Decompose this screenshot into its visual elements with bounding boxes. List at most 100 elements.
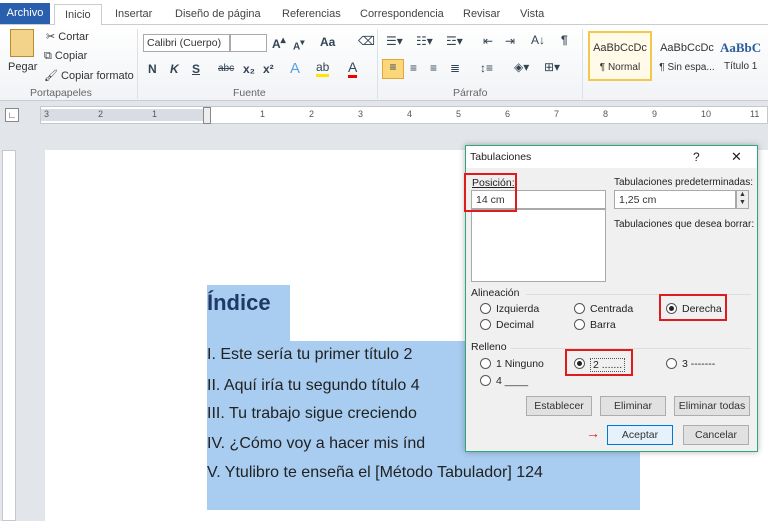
numbering-icon[interactable]: ☷▾ — [416, 34, 433, 48]
close-icon[interactable]: ✕ — [731, 149, 742, 165]
tab-insertar[interactable]: Insertar — [107, 4, 160, 25]
cancel-button[interactable]: Cancelar — [683, 425, 749, 445]
format-painter-label: Copiar formato — [61, 70, 134, 82]
align-right-button[interactable]: ≡ — [430, 61, 437, 75]
ruler-number: 8 — [603, 109, 609, 119]
set-button[interactable]: Establecer — [526, 396, 592, 416]
arrow-icon: → — [586, 425, 600, 441]
font-name-select[interactable]: Calibri (Cuerpo) — [143, 34, 230, 52]
ruler-margin — [41, 109, 206, 121]
format-painter-button[interactable]: 🖌 Copiar formato — [44, 69, 134, 82]
tab-inicio[interactable]: Inicio — [54, 4, 102, 26]
radio-decimal[interactable] — [480, 319, 491, 330]
show-formatting-icon[interactable]: ¶ — [561, 33, 568, 47]
strikethrough-button[interactable]: abc — [218, 63, 234, 74]
decrease-indent-icon[interactable]: ⇤ — [483, 34, 493, 48]
borders-icon[interactable]: ⊞▾ — [544, 60, 560, 74]
radio-fill-line[interactable] — [480, 375, 491, 386]
line-spacing-icon[interactable]: ↕≡ — [480, 61, 493, 75]
ruler-number: 1 — [260, 109, 266, 119]
style-normal[interactable]: AaBbCcDc ¶ Normal — [588, 31, 652, 81]
tab-referencias[interactable]: Referencias — [274, 4, 349, 25]
horizontal-ruler[interactable]: 3 2 1 1 2 3 4 5 6 7 8 9 10 11 — [40, 106, 768, 124]
copy-button[interactable]: ⧉ Copiar — [44, 50, 87, 63]
style-label: Título 1 — [724, 61, 758, 72]
font-color-icon[interactable]: A — [348, 59, 358, 78]
index-line[interactable]: III. Tu trabajo sigue creciendo — [207, 405, 417, 423]
ruler-number: 2 — [309, 109, 315, 119]
cut-label: Cortar — [58, 31, 89, 43]
divider — [377, 29, 378, 99]
style-label: ¶ Normal — [599, 62, 641, 73]
tab-diseno[interactable]: Diseño de página — [167, 4, 269, 25]
radio-fill-none-label: 1 Ninguno — [496, 358, 544, 370]
shrink-font-icon[interactable]: A▾ — [293, 37, 304, 52]
indent-marker[interactable] — [203, 107, 211, 124]
change-case-icon[interactable]: Aa — [320, 35, 335, 49]
align-center-button[interactable]: ≡ — [410, 61, 417, 75]
clear-tabs-label: Tabulaciones que desea borrar: — [614, 219, 755, 230]
ruler-number: 3 — [358, 109, 364, 119]
tab-selector-button[interactable]: ∟ — [5, 108, 19, 122]
index-line[interactable]: IV. ¿Cómo voy a hacer mis índ — [207, 435, 425, 453]
superscript-button[interactable]: x² — [263, 62, 274, 76]
tab-stops-list[interactable] — [471, 209, 606, 282]
tab-revisar[interactable]: Revisar — [455, 4, 508, 25]
clear-format-icon[interactable]: ⌫ — [358, 34, 375, 48]
ruler-number: 3 — [44, 109, 50, 119]
bold-button[interactable]: N — [148, 62, 157, 76]
radio-fill-none[interactable] — [480, 358, 491, 369]
style-no-spacing[interactable]: AaBbCcDc ¶ Sin espa... — [655, 31, 719, 81]
text-effects-icon[interactable]: A — [290, 60, 300, 77]
shading-icon[interactable]: ◈▾ — [514, 60, 529, 74]
spinner-icon[interactable]: ▲ ▼ — [736, 190, 749, 209]
radio-left[interactable] — [480, 303, 491, 314]
index-line[interactable]: V. Ytulibro te enseña el [Método Tabulad… — [207, 464, 543, 482]
underline-button[interactable]: S — [192, 62, 200, 76]
subscript-button[interactable]: x₂ — [243, 62, 255, 76]
ruler-number: 4 — [407, 109, 413, 119]
paste-icon[interactable] — [10, 29, 34, 57]
radio-fill-dashes-label: 3 ------- — [682, 358, 716, 370]
paste-button[interactable]: Pegar — [8, 61, 37, 73]
align-left-button[interactable]: ≡ — [382, 59, 404, 79]
tab-correspondencia[interactable]: Correspondencia — [352, 4, 452, 25]
dialog-titlebar: Tabulaciones ? ✕ — [466, 146, 757, 168]
clear-all-button[interactable]: Eliminar todas — [674, 396, 750, 416]
style-heading-1[interactable]: AaBbC Título 1 — [720, 31, 766, 81]
copy-label: Copiar — [54, 50, 88, 62]
justify-button[interactable]: ≣ — [450, 61, 460, 75]
radio-bar[interactable] — [574, 319, 585, 330]
sort-icon[interactable]: A↓ — [531, 33, 545, 47]
tab-archivo[interactable]: Archivo — [0, 3, 50, 24]
index-line[interactable]: II. Aquí iría tu segundo título 4 — [207, 377, 420, 395]
multilevel-list-icon[interactable]: ☲▾ — [446, 34, 463, 48]
increase-indent-icon[interactable]: ⇥ — [505, 34, 515, 48]
radio-decimal-label: Decimal — [496, 319, 534, 331]
ruler-number: 2 — [98, 109, 104, 119]
radio-center[interactable] — [574, 303, 585, 314]
ok-button[interactable]: Aceptar — [607, 425, 673, 445]
radio-fill-line-label: 4 ____ — [496, 375, 529, 387]
ribbon: Pegar ✂ Cortar ⧉ Copiar 🖌 Copiar formato… — [0, 25, 768, 101]
highlight-color-icon[interactable]: ab — [316, 60, 330, 77]
italic-button[interactable]: K — [170, 62, 179, 76]
bullets-icon[interactable]: ☰▾ — [386, 34, 403, 48]
default-tabs-input[interactable]: 1,25 cm — [614, 190, 736, 209]
clear-button[interactable]: Eliminar — [600, 396, 666, 416]
style-preview: AaBbCcDc — [593, 42, 647, 54]
style-label: ¶ Sin espa... — [659, 62, 715, 73]
vertical-ruler[interactable] — [2, 150, 16, 521]
font-size-select[interactable] — [230, 34, 267, 52]
ruler-number: 10 — [701, 109, 712, 119]
ruler-number: 7 — [554, 109, 560, 119]
help-button[interactable]: ? — [693, 150, 700, 164]
radio-left-label: Izquierda — [496, 303, 540, 315]
radio-fill-dashes[interactable] — [666, 358, 677, 369]
cut-button[interactable]: ✂ Cortar — [46, 30, 89, 43]
index-line[interactable]: I. Este sería tu primer título 2 — [207, 346, 412, 364]
ruler-number: 6 — [505, 109, 511, 119]
grow-font-icon[interactable]: A▴ — [272, 35, 286, 51]
index-heading[interactable]: Índice — [207, 290, 271, 316]
tab-vista[interactable]: Vista — [512, 4, 552, 25]
